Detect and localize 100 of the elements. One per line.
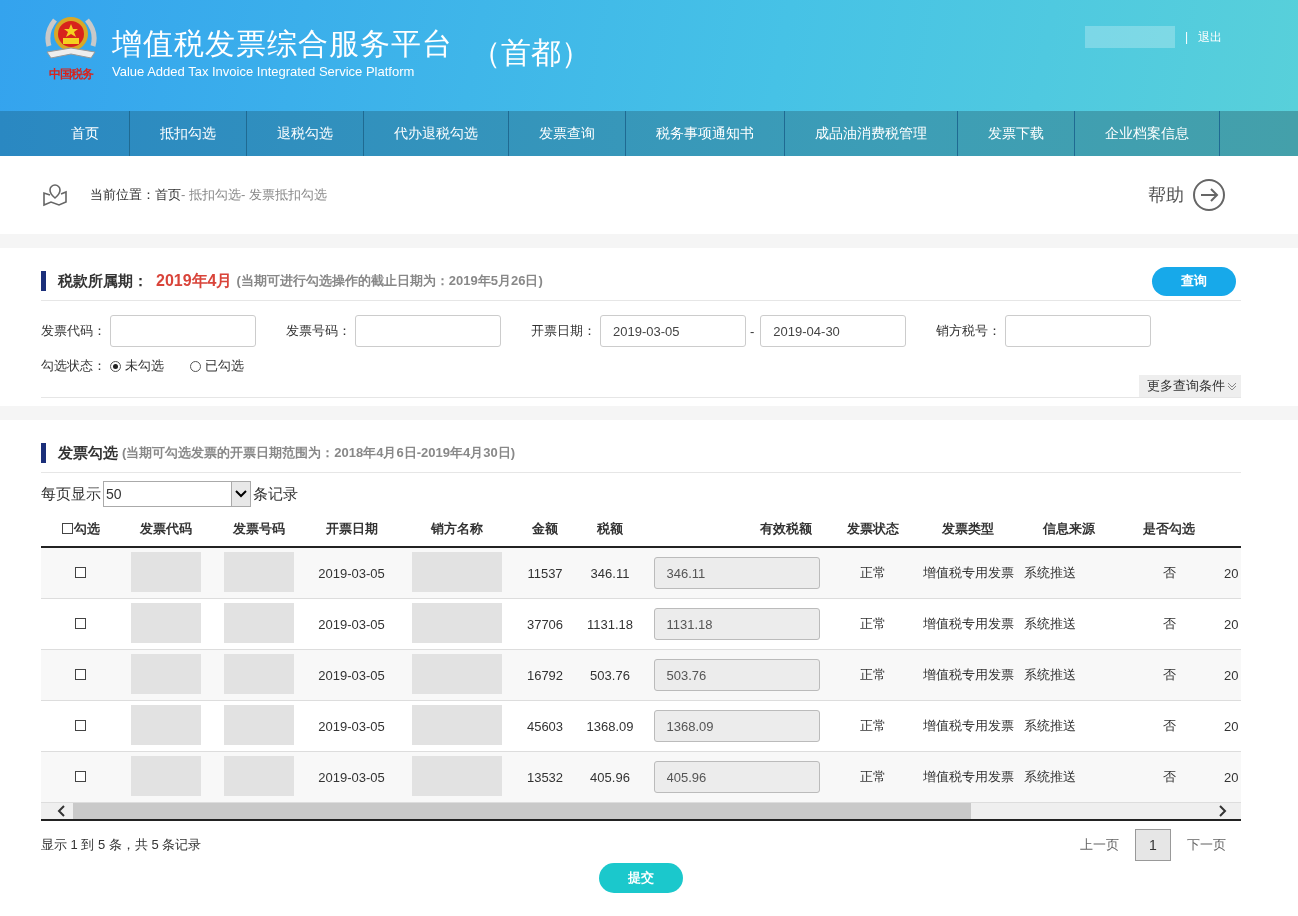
table-cell: 1131.18 — [575, 598, 645, 650]
radio-option[interactable]: 已勾选 — [190, 357, 244, 375]
checkbox[interactable] — [75, 719, 86, 731]
input-field[interactable] — [355, 315, 501, 347]
field-label: 发票代码： — [41, 322, 106, 340]
table-cell: 37706 — [515, 598, 575, 650]
table-cell: 45603 — [515, 700, 575, 752]
page-size-label: 每页显示 — [41, 484, 101, 504]
range-separator: - — [750, 323, 755, 339]
scroll-left-icon[interactable] — [57, 805, 67, 817]
help-link[interactable]: 帮助 — [1148, 183, 1184, 207]
redacted-block — [131, 704, 201, 745]
table-cell: 正常 — [828, 649, 918, 701]
field-label: 开票日期： — [531, 322, 596, 340]
section-marker — [41, 443, 46, 463]
input-field[interactable]: 346.11 — [653, 557, 820, 589]
table-cell: 503.76 — [575, 649, 645, 701]
table-cell: 346.11 — [575, 547, 645, 599]
nav-item[interactable]: 税务事项通知书 — [626, 111, 785, 156]
field-label: 发票号码： — [286, 322, 351, 340]
field-label: 销方税号： — [936, 322, 1002, 340]
table-cell: 增值税专用发票 — [918, 751, 1018, 803]
table-cell: 正常 — [828, 751, 918, 803]
horizontal-scrollbar[interactable] — [41, 803, 1241, 819]
table-cell: 2019-03-05 — [305, 751, 398, 803]
table-cell: 系统推送 — [1018, 700, 1120, 752]
table-cell: 系统推送 — [1018, 547, 1120, 599]
checkbox[interactable] — [75, 617, 86, 629]
nav-item[interactable]: 抵扣勾选 — [130, 111, 247, 156]
table-cell: 正常 — [828, 598, 918, 650]
table-cell: 正常 — [828, 700, 918, 752]
table-cell: 增值税专用发票 — [918, 649, 1018, 701]
redacted-block — [223, 602, 294, 643]
date-range-note: (当期可勾选发票的开票日期范围为：2018年4月6日-2019年4月30日) — [122, 444, 515, 462]
more-conditions-button[interactable]: 更多查询条件 — [1139, 375, 1241, 397]
table-cell: 20 — [1218, 649, 1241, 701]
input-field[interactable]: 2019-03-05 — [600, 315, 746, 347]
section-title: 发票勾选 — [58, 443, 118, 463]
page-size-select[interactable]: 50 — [103, 481, 251, 507]
nav-item[interactable]: 首页 — [41, 111, 130, 156]
scroll-right-icon[interactable] — [1217, 805, 1227, 817]
table-cell: 405.96 — [575, 751, 645, 803]
table-cell: 13532 — [515, 751, 575, 803]
page-size-suffix: 条记录 — [253, 484, 298, 504]
separator-text: | — [1184, 30, 1188, 44]
table-cell: 否 — [1120, 598, 1218, 650]
table-cell: 20 — [1218, 547, 1241, 599]
section-marker — [41, 271, 46, 291]
tax-period: 2019年4月 — [156, 270, 233, 291]
table-cell: 增值税专用发票 — [918, 547, 1018, 599]
radio-option[interactable]: 未勾选 — [110, 357, 164, 375]
arrow-right-circle-icon[interactable] — [1192, 178, 1226, 212]
next-page-link[interactable]: 下一页 — [1187, 836, 1226, 854]
table-cell: 否 — [1120, 547, 1218, 599]
map-pin-icon — [42, 183, 68, 207]
nav-item[interactable]: 发票查询 — [509, 111, 626, 156]
section-title: 税款所属期： — [58, 271, 148, 291]
table-cell: 增值税专用发票 — [918, 598, 1018, 650]
table-cell: 2019-03-05 — [305, 547, 398, 599]
nav-item[interactable]: 退税勾选 — [247, 111, 364, 156]
table-cell: 20 — [1218, 751, 1241, 803]
checkbox[interactable] — [75, 566, 86, 578]
table-cell: 16792 — [515, 649, 575, 701]
site-subtitle: Value Added Tax Invoice Integrated Service Platform — [112, 64, 416, 79]
dropdown-caret-icon — [235, 490, 247, 498]
table-cell: 系统推送 — [1018, 751, 1120, 803]
table-cell: 11537 — [515, 547, 575, 599]
region-label: （首都） — [471, 35, 591, 71]
field-label: 勾选状态： — [41, 357, 106, 375]
input-field[interactable]: 405.96 — [653, 761, 820, 793]
checkbox[interactable] — [61, 523, 73, 534]
table-cell: 系统推送 — [1018, 649, 1120, 701]
double-chevron-down-icon — [1227, 381, 1237, 391]
table-cell: 1368.09 — [575, 700, 645, 752]
logo-caption: 中国税务 — [49, 66, 93, 83]
input-field[interactable]: 2019-04-30 — [760, 315, 907, 347]
column-header: 勾选 — [73, 519, 100, 538]
table-cell: 2019-03-05 — [305, 649, 398, 701]
checkbox[interactable] — [75, 668, 86, 680]
input-field[interactable]: 503.76 — [653, 659, 820, 691]
checkbox[interactable] — [75, 770, 86, 782]
table-cell: 系统推送 — [1018, 598, 1120, 650]
table-cell: 20 — [1218, 700, 1241, 752]
input-field[interactable] — [1005, 315, 1152, 347]
breadcrumb: 当前位置：首页- 抵扣勾选- 发票抵扣勾选 — [90, 186, 327, 204]
page-number-button[interactable]: 1 — [1135, 829, 1171, 861]
input-field[interactable] — [110, 315, 256, 347]
nav-item[interactable]: 代办退税勾选 — [364, 111, 509, 156]
table-cell: 增值税专用发票 — [918, 700, 1018, 752]
input-field[interactable]: 1131.18 — [653, 608, 820, 640]
redacted-block — [131, 602, 201, 643]
table-cell: 2019-03-05 — [305, 700, 398, 752]
table-cell: 否 — [1120, 649, 1218, 701]
deadline-note: (当期可进行勾选操作的截止日期为：2019年5月26日) — [236, 272, 543, 290]
input-field[interactable]: 1368.09 — [653, 710, 820, 742]
table-cell: 20 — [1218, 598, 1241, 650]
table-cell: 否 — [1120, 751, 1218, 803]
record-summary: 显示 1 到 5 条，共 5 条记录 — [41, 836, 202, 854]
redacted-block — [223, 704, 294, 745]
prev-page-link[interactable]: 上一页 — [1080, 836, 1119, 854]
